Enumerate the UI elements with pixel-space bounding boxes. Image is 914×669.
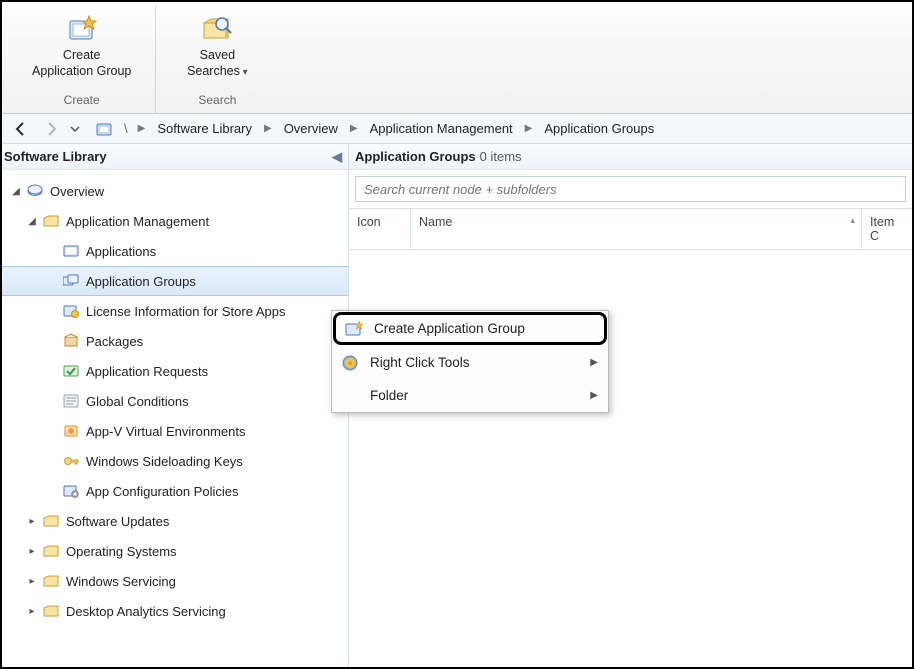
breadcrumb-root-sep: \ xyxy=(120,121,130,136)
tree-windows-servicing[interactable]: ▸ Windows Servicing xyxy=(2,566,348,596)
tree-operating-systems[interactable]: ▸ Operating Systems xyxy=(2,536,348,566)
create-app-group-icon xyxy=(65,12,99,46)
folder-icon xyxy=(42,572,60,590)
ctx-folder-label: Folder xyxy=(370,388,590,403)
rct-icon xyxy=(338,351,362,375)
blank-icon xyxy=(338,384,362,408)
application-groups-icon xyxy=(62,272,80,290)
packages-icon xyxy=(62,332,80,350)
search-input[interactable] xyxy=(355,176,906,202)
sidebar: Software Library ◀ ◢ Overview ◢ Applica xyxy=(2,144,349,667)
submenu-arrow-icon: ▶ xyxy=(590,390,598,401)
col-item[interactable]: Item C xyxy=(862,209,912,249)
submenu-arrow-icon: ▶ xyxy=(590,357,598,368)
overview-icon xyxy=(26,182,44,200)
ribbon-group-search: Saved Searches Search xyxy=(156,6,278,113)
content-title: Application Groups xyxy=(355,149,476,164)
tree-overview[interactable]: ◢ Overview xyxy=(2,176,348,206)
tree-applications[interactable]: Applications xyxy=(2,236,348,266)
context-menu: Create Application Group Right Click Too… xyxy=(331,310,609,413)
col-icon[interactable]: Icon xyxy=(349,209,411,249)
content-count: 0 items xyxy=(480,149,522,164)
create-application-group-button[interactable]: Create Application Group xyxy=(24,6,139,83)
tree-license-info[interactable]: License Information for Store Apps xyxy=(2,296,348,326)
nav-tree: ◢ Overview ◢ Application Management xyxy=(2,170,348,667)
nav-back-button[interactable] xyxy=(8,117,34,141)
appv-icon xyxy=(62,422,80,440)
tree-appv[interactable]: App-V Virtual Environments xyxy=(2,416,348,446)
expander-icon[interactable]: ◢ xyxy=(26,216,38,227)
watermark-logo xyxy=(442,630,482,669)
ribbon-group-title-create: Create xyxy=(64,91,100,111)
tree-global-conditions[interactable]: Global Conditions xyxy=(2,386,348,416)
ribbon-group-create: Create Application Group Create xyxy=(8,6,156,113)
tree-desktop-analytics[interactable]: ▸ Desktop Analytics Servicing xyxy=(2,596,348,626)
ctx-right-click-tools[interactable]: Right Click Tools ▶ xyxy=(332,346,608,379)
tree-appconfig[interactable]: App Configuration Policies xyxy=(2,476,348,506)
col-name[interactable]: Name xyxy=(411,209,862,249)
crumb-app-mgmt[interactable]: Application Management xyxy=(364,117,519,140)
folder-icon xyxy=(42,512,60,530)
folder-icon xyxy=(42,542,60,560)
breadcrumb: ▶Software Library ▶Overview ▶Application… xyxy=(134,117,661,140)
folder-icon xyxy=(42,602,60,620)
expander-icon[interactable]: ▸ xyxy=(26,546,38,557)
saved-searches-label: Saved Searches xyxy=(187,48,248,79)
breadcrumb-bar: \ ▶Software Library ▶Overview ▶Applicati… xyxy=(2,114,912,144)
expander-icon[interactable]: ▸ xyxy=(26,606,38,617)
crumb-app-groups[interactable]: Application Groups xyxy=(538,117,660,140)
create-app-group-label: Create Application Group xyxy=(32,48,131,79)
appconfig-icon xyxy=(62,482,80,500)
search-box xyxy=(355,176,906,202)
expander-icon[interactable]: ▸ xyxy=(26,516,38,527)
tree-packages[interactable]: Packages xyxy=(2,326,348,356)
license-icon xyxy=(62,302,80,320)
expander-icon[interactable]: ◢ xyxy=(10,186,22,197)
tree-application-groups[interactable]: Application Groups xyxy=(2,266,348,296)
saved-searches-button[interactable]: Saved Searches xyxy=(172,6,262,83)
tree-app-mgmt[interactable]: ◢ Application Management xyxy=(2,206,348,236)
saved-searches-icon xyxy=(200,12,234,46)
create-app-group-icon xyxy=(342,317,366,341)
nav-forward-button[interactable] xyxy=(38,117,64,141)
nav-history-button[interactable] xyxy=(68,117,82,141)
column-headers: Icon Name Item C xyxy=(349,208,912,250)
breadcrumb-root-icon xyxy=(94,119,114,139)
ctx-folder[interactable]: Folder ▶ xyxy=(332,379,608,412)
tree-sideload[interactable]: Windows Sideloading Keys xyxy=(2,446,348,476)
ribbon-group-title-search: Search xyxy=(198,91,236,111)
ctx-rct-label: Right Click Tools xyxy=(370,355,590,370)
sidebar-title: Software Library xyxy=(4,149,107,164)
sidebar-collapse-button[interactable]: ◀ xyxy=(332,149,342,165)
tree-software-updates[interactable]: ▸ Software Updates xyxy=(2,506,348,536)
ctx-create-application-group[interactable]: Create Application Group xyxy=(333,312,607,345)
applications-icon xyxy=(62,242,80,260)
folder-icon xyxy=(42,212,60,230)
content-header: Application Groups 0 items xyxy=(349,144,912,170)
expander-icon[interactable]: ▸ xyxy=(26,576,38,587)
ctx-create-label: Create Application Group xyxy=(374,321,594,336)
crumb-software-library[interactable]: Software Library xyxy=(151,117,258,140)
global-cond-icon xyxy=(62,392,80,410)
key-icon xyxy=(62,452,80,470)
ribbon: Create Application Group Create Saved Se… xyxy=(2,2,912,114)
requests-icon xyxy=(62,362,80,380)
sidebar-header: Software Library ◀ xyxy=(2,144,348,170)
crumb-overview[interactable]: Overview xyxy=(278,117,344,140)
tree-app-requests[interactable]: Application Requests xyxy=(2,356,348,386)
